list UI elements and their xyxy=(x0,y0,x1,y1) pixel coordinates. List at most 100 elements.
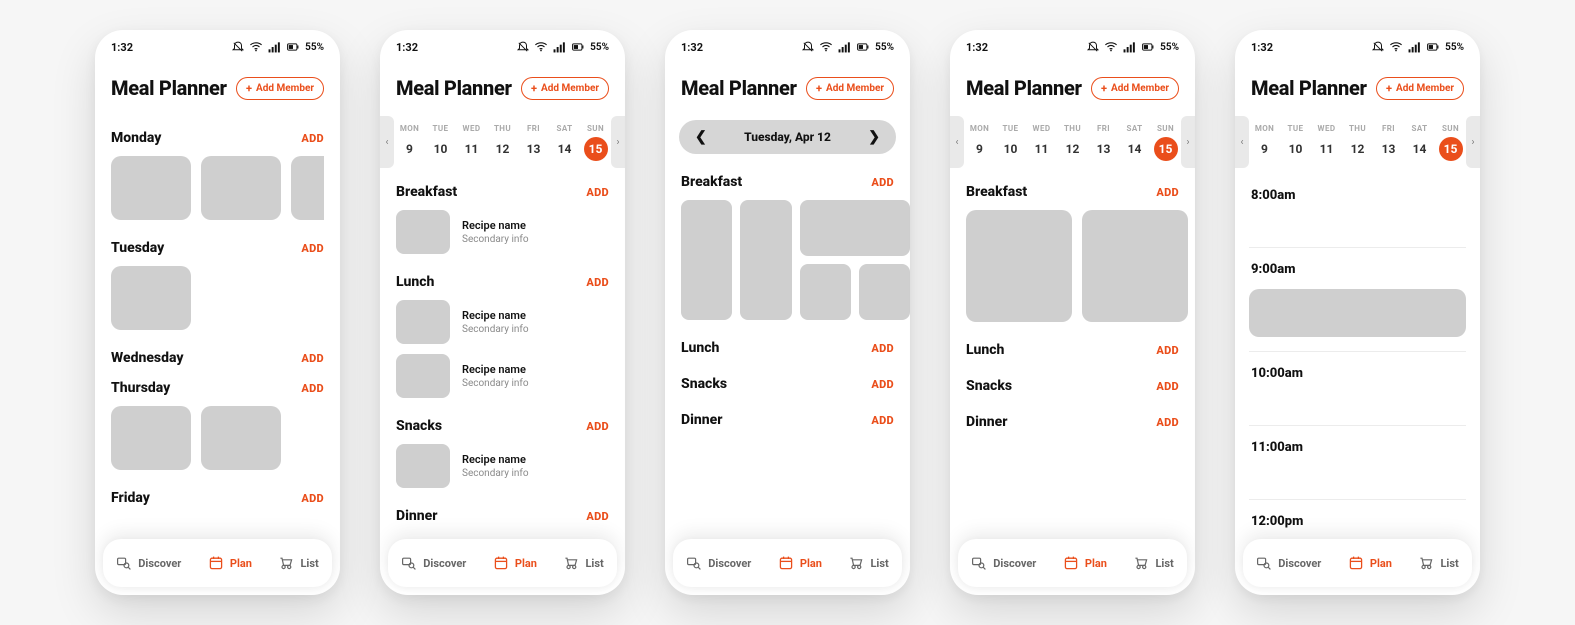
meal-tile[interactable] xyxy=(800,264,851,320)
day-mon[interactable]: MON9 xyxy=(394,116,425,168)
discover-icon xyxy=(971,555,987,571)
day-abbrev: TUE xyxy=(1288,124,1304,133)
day-sun[interactable]: SUN15 xyxy=(1150,116,1181,168)
nav-list[interactable]: List xyxy=(1133,555,1173,571)
day-thu[interactable]: THU12 xyxy=(487,116,518,168)
nav-discover[interactable]: Discover xyxy=(116,555,181,571)
meal-card[interactable] xyxy=(966,210,1072,322)
add-member-button[interactable]: + Add Member xyxy=(806,77,894,100)
add-button[interactable]: ADD xyxy=(586,276,609,289)
add-button[interactable]: ADD xyxy=(301,132,324,145)
nav-discover[interactable]: Discover xyxy=(401,555,466,571)
nav-list[interactable]: List xyxy=(278,555,318,571)
meal-tile[interactable] xyxy=(291,156,324,220)
add-button[interactable]: ADD xyxy=(301,492,324,505)
recipe-row[interactable]: Recipe nameSecondary info xyxy=(396,300,609,344)
day-fri[interactable]: FRI13 xyxy=(518,116,549,168)
meal-tile[interactable] xyxy=(111,156,191,220)
day-sat[interactable]: SAT14 xyxy=(1404,116,1435,168)
add-member-button[interactable]: + Add Member xyxy=(521,77,609,100)
add-button[interactable]: ADD xyxy=(586,510,609,523)
meal-tile[interactable] xyxy=(800,200,911,256)
day-wed[interactable]: WED11 xyxy=(456,116,487,168)
week-prev-button[interactable]: ‹ xyxy=(950,116,964,168)
add-button[interactable]: ADD xyxy=(301,242,324,255)
add-button[interactable]: ADD xyxy=(1156,186,1179,199)
nav-plan[interactable]: Plan xyxy=(1348,555,1392,571)
nav-plan[interactable]: Plan xyxy=(208,555,252,571)
add-button[interactable]: ADD xyxy=(1156,380,1179,393)
day-thu[interactable]: THU12 xyxy=(1342,116,1373,168)
page-title: Meal Planner xyxy=(681,76,797,100)
add-button[interactable]: ADD xyxy=(1156,416,1179,429)
recipe-row[interactable]: Recipe nameSecondary info xyxy=(396,354,609,398)
add-button[interactable]: ADD xyxy=(871,378,894,391)
date-prev-button[interactable]: ❮ xyxy=(695,129,707,145)
week-prev-button[interactable]: ‹ xyxy=(1235,116,1249,168)
date-next-button[interactable]: ❯ xyxy=(868,129,880,145)
nav-discover[interactable]: Discover xyxy=(1256,555,1321,571)
day-sun[interactable]: SUN15 xyxy=(1435,116,1466,168)
meal-tile[interactable] xyxy=(201,156,281,220)
recipe-row[interactable]: Recipe nameSecondary info xyxy=(396,444,609,488)
screen-day-cards: 1:32 55% Meal Planner + Add Member ‹ MON… xyxy=(950,30,1195,595)
day-wed[interactable]: WED11 xyxy=(1026,116,1057,168)
nav-list[interactable]: List xyxy=(1418,555,1458,571)
week-next-button[interactable]: › xyxy=(611,116,625,168)
add-button[interactable]: ADD xyxy=(586,420,609,433)
meal-tile[interactable] xyxy=(111,266,191,330)
nav-list[interactable]: List xyxy=(848,555,888,571)
day-thu[interactable]: THU12 xyxy=(1057,116,1088,168)
hour-slot[interactable]: 8:00am xyxy=(1249,174,1466,247)
day-mon[interactable]: MON9 xyxy=(1249,116,1280,168)
nav-plan[interactable]: Plan xyxy=(493,555,537,571)
scheduled-meal-tile[interactable] xyxy=(1249,289,1466,337)
add-member-button[interactable]: + Add Member xyxy=(1376,77,1464,100)
add-member-button[interactable]: + Add Member xyxy=(236,77,324,100)
hour-slot[interactable]: 10:00am xyxy=(1249,351,1466,425)
hour-label: 12:00pm xyxy=(1251,514,1466,529)
day-tue[interactable]: TUE10 xyxy=(995,116,1026,168)
recipe-row[interactable]: Recipe nameSecondary info xyxy=(396,210,609,254)
add-button[interactable]: ADD xyxy=(301,382,324,395)
add-button[interactable]: ADD xyxy=(871,414,894,427)
day-fri[interactable]: FRI13 xyxy=(1088,116,1119,168)
meal-tile[interactable] xyxy=(859,264,910,320)
day-tue[interactable]: TUE10 xyxy=(1280,116,1311,168)
hour-slot[interactable]: 12:00pm xyxy=(1249,499,1466,530)
plan-icon xyxy=(493,555,509,571)
add-button[interactable]: ADD xyxy=(586,186,609,199)
week-strip: ‹ MON9TUE10WED11THU12FRI13SAT14SUN15 › xyxy=(1235,116,1480,168)
nav-list[interactable]: List xyxy=(563,555,603,571)
day-abbrev: FRI xyxy=(527,124,540,133)
add-button[interactable]: ADD xyxy=(301,352,324,365)
hour-slot[interactable]: 9:00am xyxy=(1249,247,1466,351)
day-sun[interactable]: SUN15 xyxy=(580,116,611,168)
add-button[interactable]: ADD xyxy=(1156,344,1179,357)
meal-tile[interactable] xyxy=(111,406,191,470)
meal-card[interactable] xyxy=(1082,210,1188,322)
nav-plan[interactable]: Plan xyxy=(1063,555,1107,571)
day-wed[interactable]: WED11 xyxy=(1311,116,1342,168)
add-member-button[interactable]: + Add Member xyxy=(1091,77,1179,100)
week-next-button[interactable]: › xyxy=(1466,116,1480,168)
meal-section: SnacksADD xyxy=(681,376,894,392)
battery-icon xyxy=(570,40,586,54)
day-tue[interactable]: TUE10 xyxy=(425,116,456,168)
week-next-button[interactable]: › xyxy=(1181,116,1195,168)
meal-tile[interactable] xyxy=(201,406,281,470)
discover-icon xyxy=(116,555,132,571)
add-button[interactable]: ADD xyxy=(871,176,894,189)
week-prev-button[interactable]: ‹ xyxy=(380,116,394,168)
day-sat[interactable]: SAT14 xyxy=(549,116,580,168)
day-sat[interactable]: SAT14 xyxy=(1119,116,1150,168)
day-mon[interactable]: MON9 xyxy=(964,116,995,168)
hour-slot[interactable]: 11:00am xyxy=(1249,425,1466,499)
nav-plan[interactable]: Plan xyxy=(778,555,822,571)
nav-discover[interactable]: Discover xyxy=(971,555,1036,571)
add-button[interactable]: ADD xyxy=(871,342,894,355)
meal-tile[interactable] xyxy=(740,200,791,320)
nav-discover[interactable]: Discover xyxy=(686,555,751,571)
meal-tile[interactable] xyxy=(681,200,732,320)
day-fri[interactable]: FRI13 xyxy=(1373,116,1404,168)
